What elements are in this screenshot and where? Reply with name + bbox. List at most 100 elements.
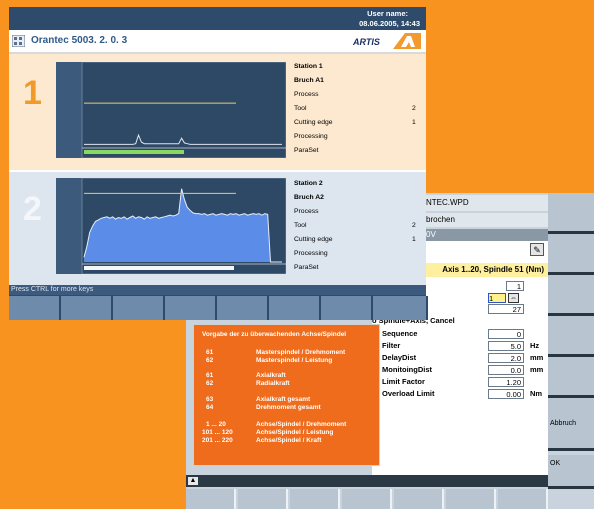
horizontal-softkey-5[interactable] xyxy=(394,489,444,509)
popup-text: Masterspindel / Drehmoment xyxy=(256,349,346,356)
tool-value: 2 xyxy=(412,105,416,112)
popup-code: 61 xyxy=(206,372,214,379)
station-2-plot[interactable] xyxy=(56,178,286,274)
popup-code: 64 xyxy=(206,404,214,411)
cutting-edge-value: 1 xyxy=(412,236,416,243)
station-number: 1 xyxy=(23,74,42,112)
monitoringdist-field[interactable]: 0.0 xyxy=(488,365,524,375)
horizontal-softkey-1[interactable] xyxy=(186,489,236,509)
overload-limit-unit: Nm xyxy=(530,389,543,398)
status-bar: Press CTRL for more keys xyxy=(9,285,426,295)
right-softkey-3[interactable] xyxy=(548,275,594,316)
delaydist-label: DelayDist xyxy=(382,353,417,362)
popup-text: Achse/Spindel / Drehmoment xyxy=(256,421,347,428)
limit-factor-field[interactable]: 1.20 xyxy=(488,377,524,387)
station-name: Station 1 xyxy=(294,63,323,70)
horizontal-softkey-7[interactable] xyxy=(498,489,548,509)
monitoringdist-label: MonitoingDist xyxy=(382,365,432,374)
status-label: brochen xyxy=(422,213,548,227)
paraset-label: ParaSet xyxy=(294,264,319,271)
filter-label: Filter xyxy=(382,341,401,350)
app-title: Orantec 5003. 2. 0. 3 xyxy=(31,35,128,46)
station-name: Station 2 xyxy=(294,180,323,187)
popup-code: 63 xyxy=(206,396,214,403)
popup-code: 62 xyxy=(206,380,214,387)
top-value-field[interactable]: 1 xyxy=(506,281,524,291)
sequence-label: Sequence xyxy=(382,329,418,338)
softkey-3[interactable] xyxy=(113,296,165,320)
softkey-6[interactable] xyxy=(269,296,321,320)
softkey-8[interactable] xyxy=(373,296,428,320)
bruch-label: Bruch A2 xyxy=(294,194,324,201)
popup-text: Radialkraft xyxy=(256,380,290,387)
right-softkey-2[interactable] xyxy=(548,234,594,275)
popup-code: 61 xyxy=(206,349,214,356)
filter-field[interactable]: 5.0 xyxy=(488,341,524,351)
processing-label: Processing xyxy=(294,250,328,257)
popup-text: Axialkraft xyxy=(256,372,286,379)
axis-help-popup: Vorgabe der zu überwachenden Achse/Spind… xyxy=(193,324,380,466)
datetime: 08.06.2005, 14:43 xyxy=(359,19,420,28)
artis-logo: ARTIS xyxy=(349,33,421,49)
file-name-label: NTEC.WPD xyxy=(422,195,548,211)
paraset-label: ParaSet xyxy=(294,147,319,154)
progress-bar xyxy=(84,150,184,154)
cutting-edge-value: 1 xyxy=(412,119,416,126)
softkey-1[interactable] xyxy=(9,296,61,320)
station-2-panel: 2 Station 2 Bruch A2 Process Tool 2 Cutt… xyxy=(9,170,426,287)
popup-title: Vorgabe der zu überwachenden Achse/Spind… xyxy=(202,331,347,338)
tool-value: 2 xyxy=(412,222,416,229)
station-1-panel: 1 Station 1 Bruch A1 Process Tool 2 Cutt… xyxy=(9,52,426,172)
partial-value-field[interactable]: 27 xyxy=(488,304,524,314)
right-softkey-4[interactable] xyxy=(548,316,594,357)
popup-code: 201 ... 220 xyxy=(202,437,233,444)
station-number: 2 xyxy=(23,190,42,228)
bruch-label: Bruch A1 xyxy=(294,77,324,84)
station-1-plot[interactable] xyxy=(56,62,286,158)
softkey-5[interactable] xyxy=(217,296,269,320)
section-header: 0V xyxy=(422,229,548,241)
abbruch-button[interactable]: Abbruch xyxy=(548,415,594,451)
softkey-7[interactable] xyxy=(321,296,373,320)
right-softkey-1[interactable] xyxy=(548,193,594,234)
delaydist-field[interactable]: 2.0 xyxy=(488,353,524,363)
user-label: User name: xyxy=(367,9,408,18)
popup-text: Achse/Spindel / Kraft xyxy=(256,437,322,444)
svg-text:ARTIS: ARTIS xyxy=(352,37,380,47)
grid-icon xyxy=(12,35,25,47)
popup-code: 1 ... 20 xyxy=(206,421,226,428)
overload-limit-field[interactable]: 0.00 xyxy=(488,389,524,399)
ok-button[interactable]: OK xyxy=(548,455,594,489)
cutting-edge-label: Cutting edge xyxy=(294,119,333,126)
app-header: Orantec 5003. 2. 0. 3 ARTIS xyxy=(9,30,426,52)
softkey-2[interactable] xyxy=(61,296,113,320)
popup-text: Axialkraft gesamt xyxy=(256,396,311,403)
bottom-status-bar: ▲ xyxy=(186,475,548,487)
toggle-icon[interactable]: ⇔ xyxy=(508,293,519,303)
horizontal-softkey-6[interactable] xyxy=(446,489,496,509)
popup-text: Masterspindel / Leistung xyxy=(256,357,333,364)
processing-label: Processing xyxy=(294,133,328,140)
popup-text: Achse/Spindel / Leistung xyxy=(256,429,334,436)
monitor-window: User name: 08.06.2005, 14:43 Orantec 500… xyxy=(9,7,428,320)
edit-icon[interactable]: ✎ xyxy=(530,243,544,256)
sequence-field[interactable]: 0 xyxy=(488,329,524,339)
delaydist-unit: mm xyxy=(530,353,544,362)
cutting-edge-label: Cutting edge xyxy=(294,236,333,243)
horizontal-softkey-2[interactable] xyxy=(238,489,288,509)
axis-selection-bar[interactable]: Axis 1..20, Spindle 51 (Nm) xyxy=(422,263,548,277)
popup-text: Drehmoment gesamt xyxy=(256,404,321,411)
horizontal-softkey-4[interactable] xyxy=(342,489,392,509)
horizontal-softkey-3[interactable] xyxy=(290,489,340,509)
popup-code: 101 ... 120 xyxy=(202,429,233,436)
softkey-4[interactable] xyxy=(165,296,217,320)
right-softkey-5[interactable] xyxy=(548,357,594,398)
selection-field[interactable]: 1 xyxy=(488,293,506,303)
recall-icon[interactable]: ▲ xyxy=(188,477,198,485)
tool-label: Tool xyxy=(294,105,307,112)
tool-label: Tool xyxy=(294,222,307,229)
monitoringdist-unit: mm xyxy=(530,365,544,374)
process-label: Process xyxy=(294,208,319,215)
process-label: Process xyxy=(294,91,319,98)
title-bar: User name: 08.06.2005, 14:43 xyxy=(9,7,426,30)
